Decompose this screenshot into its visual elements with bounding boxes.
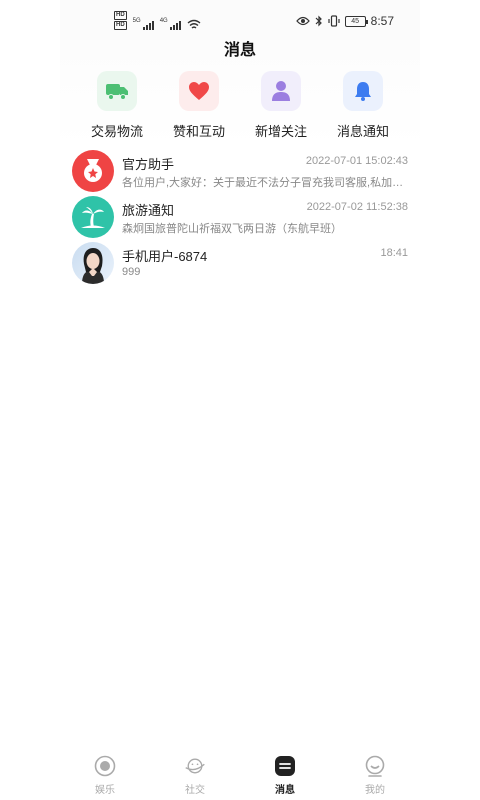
conversation-time: 2022-07-01 15:02:43 <box>305 155 408 167</box>
truck-icon <box>97 71 137 111</box>
category-shortcuts: 交易物流 赞和互动 新增关注 消息通知 <box>76 71 404 140</box>
palm-tree-icon <box>72 196 114 238</box>
hd-badge: HD <box>114 21 127 30</box>
tab-label: 消息 <box>275 785 295 796</box>
tab-label: 社交 <box>185 785 205 796</box>
category-likes-interactions[interactable]: 赞和互动 <box>158 71 240 140</box>
tab-social[interactable]: 社交 <box>165 752 225 800</box>
medal-icon <box>72 150 114 192</box>
tab-entertainment[interactable]: 娱乐 <box>75 752 135 800</box>
tab-label: 娱乐 <box>95 785 115 796</box>
battery-icon: 45 <box>344 15 368 27</box>
conversation-time: 18:41 <box>380 247 408 259</box>
planet-icon <box>185 758 205 774</box>
conversation-name: 手机用户-6874 <box>122 249 208 264</box>
conversation-name: 官方助手 <box>122 157 175 172</box>
status-bar: HD HD 5G 4G 45 8:57 <box>60 0 420 40</box>
hd-badge: HD <box>114 11 127 20</box>
bluetooth-icon <box>315 15 322 27</box>
message-icon <box>275 756 295 776</box>
category-trade-logistics[interactable]: 交易物流 <box>76 71 158 140</box>
conversation-name: 旅游通知 <box>122 203 175 218</box>
category-label: 消息通知 <box>336 124 389 139</box>
person-icon <box>261 71 301 111</box>
bell-icon <box>343 71 383 111</box>
smile-icon <box>365 755 385 777</box>
conversation-list: 官方助手 2022-07-01 15:02:43 各位用户,大家好：关于最近不法… <box>72 148 408 286</box>
conversation-time: 2022-07-02 11:52:38 <box>306 201 408 213</box>
conversation-item[interactable]: 手机用户-6874 18:41 999 <box>72 240 408 286</box>
tab-messages[interactable]: 消息 <box>255 752 315 800</box>
bottom-tab-bar: 娱乐 社交 消息 我的 <box>60 752 420 800</box>
conversation-preview: 999 <box>122 266 141 278</box>
hd-badges: HD HD <box>114 11 127 30</box>
category-label: 交易物流 <box>90 124 143 139</box>
vibrate-icon <box>328 15 340 27</box>
signal-4g-icon: 4G <box>160 18 181 30</box>
conversation-item[interactable]: 旅游通知 2022-07-02 11:52:38 森炯国旅普陀山祈福双飞两日游（… <box>72 194 408 240</box>
network-type-label: 4G <box>159 18 168 24</box>
category-label: 赞和互动 <box>172 124 225 139</box>
network-type-label: 5G <box>132 18 141 24</box>
signal-5g-icon: 5G <box>133 18 154 30</box>
conversation-preview: 各位用户,大家好：关于最近不法分子冒充我司客服,私加各位用户进行诈骗 <box>122 177 408 189</box>
conversation-preview: 森炯国旅普陀山祈福双飞两日游（东航早班） <box>122 223 342 235</box>
tab-label: 我的 <box>365 785 385 796</box>
network-indicators: HD HD 5G 4G <box>114 11 201 30</box>
conversation-item[interactable]: 官方助手 2022-07-01 15:02:43 各位用户,大家好：关于最近不法… <box>72 148 408 194</box>
tab-profile[interactable]: 我的 <box>345 752 405 800</box>
eye-icon <box>295 16 310 26</box>
wifi-icon <box>187 19 201 29</box>
category-notifications[interactable]: 消息通知 <box>322 71 404 140</box>
system-indicators: 45 8:57 <box>295 14 394 28</box>
target-icon <box>94 755 116 777</box>
clock: 8:57 <box>370 14 394 28</box>
category-new-followers[interactable]: 新增关注 <box>240 71 322 140</box>
user-avatar <box>72 242 114 284</box>
page-title: 消息 <box>223 42 256 59</box>
heart-icon <box>179 71 219 111</box>
category-label: 新增关注 <box>254 124 307 139</box>
